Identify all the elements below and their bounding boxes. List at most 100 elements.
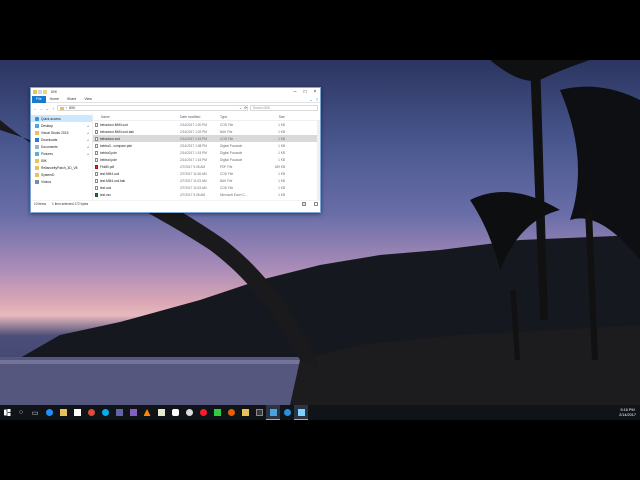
tab-home[interactable]: Home [46,96,63,103]
taskbar-teams[interactable] [112,405,126,420]
nav-item-quick-access[interactable]: Quick access [31,115,92,122]
nav-item-pictures[interactable]: Pictures ⊿ [31,150,92,157]
taskbar-blue-app[interactable] [280,405,294,420]
folder-icon [35,172,39,177]
taskbar-edge[interactable] [42,405,56,420]
taskbar-vlc[interactable] [140,405,154,420]
file-date: 2/7/2017 9:28 AM [180,192,205,197]
taskbar-alarms[interactable] [182,405,196,420]
taskbar-folder-app[interactable] [238,405,252,420]
address-bar[interactable]: › 80K ⌄ ⟳ [57,105,248,111]
maximize-button[interactable]: □ [300,88,310,96]
file-size: 1 KB [278,122,285,127]
taskbar-word[interactable] [154,405,168,420]
nav-item-label: RelianceityPatch_3D_V8 [41,165,78,170]
file-row[interactable]: Fbk80.pdf 2/7/2017 9:28 AM PDF File 189 … [93,163,320,170]
taskbar: ○ ▭ 5:16 PM 2/14/2017 [0,405,640,420]
column-header-size[interactable]: Size [260,115,287,119]
taskbar-green-app[interactable] [210,405,224,420]
file-row[interactable]: test.MM4.cod.bak 2/7/2017 11:03 AM BAK F… [93,177,320,184]
forward-arrow-icon[interactable]: → [39,106,43,111]
taskbar-opera[interactable] [196,405,210,420]
file-row[interactable]: test.MM4.cod 2/7/2017 11:06 AM COD File … [93,170,320,177]
teams-icon [115,409,123,416]
media-app-icon [269,408,277,416]
file-row[interactable]: behaviour.MM4.cod 2/14/2017 1:20 PM COD … [93,121,320,128]
taskbar-explorer-window[interactable] [294,405,308,420]
file-row[interactable]: test.csv 2/7/2017 9:28 AM Microsoft Exce… [93,191,320,198]
firefox-icon [227,409,235,416]
pictures-icon [35,151,39,156]
tab-share[interactable]: Share [63,96,80,103]
quick-access-toolbar [31,90,47,94]
file-size: 1 KB [278,150,285,155]
details-view-icon[interactable] [302,202,306,206]
taskbar-chrome[interactable] [84,405,98,420]
nav-item-label: Pictures [41,151,53,156]
file-name: bebba3.pde [100,150,117,155]
tab-view[interactable]: View [80,96,96,103]
tab-file[interactable]: File [32,95,46,103]
folder-icon [35,165,39,170]
taskbar-store[interactable] [70,405,84,420]
nav-item-downloads[interactable]: Downloads ⊿ [31,136,92,143]
refresh-icon[interactable]: ⟳ [244,106,247,110]
file-row[interactable]: bebba3.pde 2/14/2017 1:15 PM Digital Poc… [93,149,320,156]
word-icon [157,409,165,416]
taskbar-firefox[interactable] [224,405,238,420]
taskbar-dark-app[interactable] [252,405,266,420]
file-size: 1 KB [278,143,285,148]
taskbar-paint[interactable] [168,405,182,420]
nav-item-desktop[interactable]: Desktop ⊿ [31,122,92,129]
file-list[interactable]: Name Date modified Type Size behaviour.M… [93,113,320,200]
file-row[interactable]: bebba4.pde 2/14/2017 1:15 PM Digital Poc… [93,156,320,163]
column-header-date-modified[interactable]: Date modified [180,115,220,119]
recent-locations-icon[interactable]: ⌄ [45,106,49,111]
folder-icon[interactable] [33,90,37,94]
taskbar-visual-studio[interactable] [126,405,140,420]
search-button[interactable]: ○ [14,405,28,420]
new-folder-icon[interactable] [43,90,47,94]
vertical-scrollbar[interactable] [317,121,320,200]
file-explorer-window[interactable]: 80K – □ × File Home Share View ⌄ ? ← → ⌄ [30,87,321,213]
minimize-button[interactable]: – [290,88,300,96]
nav-item-80k[interactable]: 80K [31,157,92,164]
system-clock[interactable]: 5:16 PM 2/14/2017 [619,408,640,418]
nav-item-videos[interactable]: Videos [31,178,92,185]
desktop-wallpaper[interactable]: 80K – □ × File Home Share View ⌄ ? ← → ⌄ [0,60,640,405]
file-row[interactable]: behaviour.MM4.cod.bak 2/14/2017 1:02 PM … [93,128,320,135]
properties-icon[interactable] [38,90,42,94]
large-icons-view-icon[interactable] [314,202,318,206]
pin-icon: ⊿ [86,151,89,156]
task-view-button[interactable]: ▭ [28,405,42,420]
help-icon[interactable]: ? [314,97,320,102]
nav-item-documents[interactable]: Documents ⊿ [31,143,92,150]
start-button[interactable] [0,405,14,420]
column-header-type[interactable]: Type [220,115,260,119]
taskbar-skype[interactable] [98,405,112,420]
search-icon: ○ [18,409,24,416]
ribbon-tabs: File Home Share View ⌄ ? [31,95,320,103]
file-row[interactable]: bebba3 - compare.pde 2/14/2017 1:08 PM D… [93,142,320,149]
back-arrow-icon[interactable]: ← [33,106,37,111]
close-button[interactable]: × [310,88,320,96]
taskbar-file-explorer[interactable] [56,405,70,420]
breadcrumb-80k[interactable]: 80K [69,106,75,110]
up-arrow-icon[interactable]: ↑ [51,106,55,111]
nav-item-relianceity-patch[interactable]: RelianceityPatch_3D_V8 [31,164,92,171]
file-row-selected[interactable]: behaviour.cod 2/14/2017 1:15 PM COD File… [93,135,320,142]
nav-item-systemd[interactable]: SystemD [31,171,92,178]
nav-item-visual-studio-2015[interactable]: Visual Studio 2015 ⊿ [31,129,92,136]
column-header-name[interactable]: Name [93,115,180,119]
nav-item-label: Desktop [41,123,54,128]
clock-date: 2/14/2017 [619,412,636,417]
nav-item-label: Videos [41,179,52,184]
opera-icon [199,409,207,416]
navigation-pane[interactable]: Quick access Desktop ⊿ Visual Studio 201… [31,113,93,200]
address-dropdown-icon[interactable]: ⌄ [239,106,242,110]
file-row[interactable]: test.cod 2/7/2017 11:03 AM COD File 1 KB [93,184,320,191]
file-type: Digital Pocasde [220,143,243,148]
taskbar-media-app[interactable] [266,405,280,420]
search-input[interactable]: Search 80K [250,105,318,111]
chrome-icon [87,409,95,416]
